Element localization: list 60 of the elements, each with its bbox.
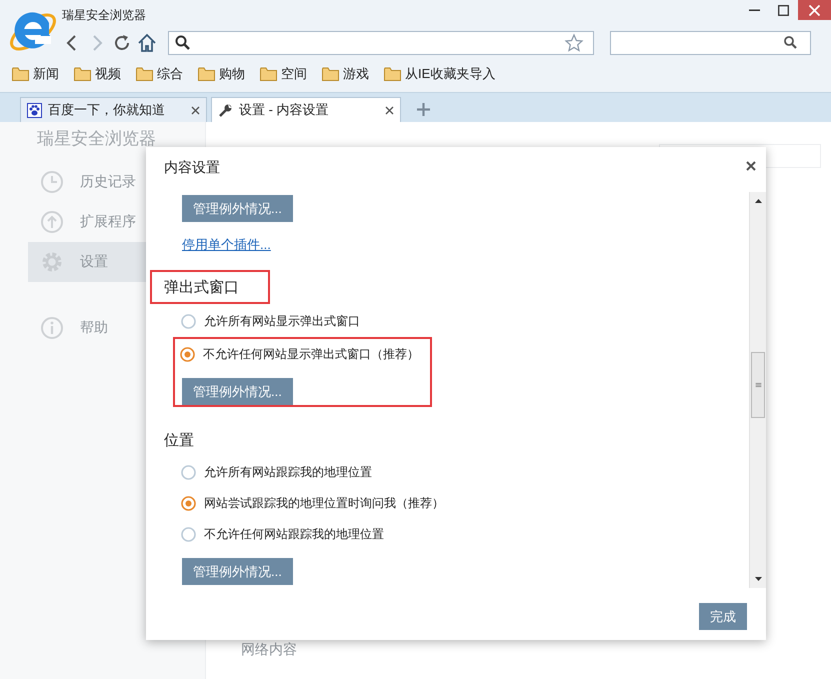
folder-icon	[260, 67, 277, 81]
folder-icon	[384, 67, 401, 81]
option-label: 允许所有网站显示弹出式窗口	[204, 313, 360, 330]
radio-button[interactable]	[180, 347, 195, 362]
close-icon[interactable]	[191, 106, 200, 114]
browser-tab[interactable]: 百度一下，你就知道	[20, 97, 207, 122]
scrollbar[interactable]	[749, 192, 766, 588]
bookmark-item[interactable]: 购物	[198, 65, 245, 83]
radio-button[interactable]	[181, 496, 196, 511]
address-field[interactable]	[168, 31, 594, 55]
scrollbar-thumb[interactable]	[751, 352, 765, 418]
close-button[interactable]	[798, 0, 831, 20]
info-icon	[40, 316, 64, 340]
manage-exceptions-button[interactable]: 管理例外情况...	[182, 378, 293, 405]
done-button[interactable]: 完成	[699, 603, 747, 630]
minimize-icon	[749, 8, 760, 12]
wrench-icon	[218, 102, 233, 118]
upload-icon	[40, 210, 64, 234]
scroll-up-icon[interactable]	[754, 199, 762, 203]
manage-exceptions-button[interactable]: 管理例外情况...	[182, 558, 293, 585]
close-icon	[809, 4, 820, 16]
radio-button[interactable]	[181, 314, 196, 329]
search-field[interactable]	[610, 31, 811, 55]
section-title: 网络内容	[240, 641, 298, 659]
radio-button[interactable]	[181, 527, 196, 542]
browser-tab[interactable]: 设置 - 内容设置	[211, 97, 401, 122]
home-icon[interactable]	[137, 33, 157, 53]
option-label: 不允许任何网站跟踪我的地理位置	[204, 526, 384, 543]
bookmark-item[interactable]: 从IE收藏夹导入	[384, 65, 496, 83]
section-heading: 弹出式窗口	[150, 270, 270, 304]
star-icon[interactable]	[564, 33, 584, 53]
folder-icon	[198, 67, 215, 81]
close-icon[interactable]	[746, 161, 756, 171]
maximize-icon	[778, 4, 789, 16]
bookmark-item[interactable]: 综合	[136, 65, 183, 83]
section-heading: 位置	[164, 430, 195, 450]
folder-icon	[136, 67, 153, 81]
close-icon[interactable]	[385, 106, 394, 114]
radio-button[interactable]	[181, 465, 196, 480]
refresh-icon[interactable]	[112, 33, 132, 53]
folder-icon	[74, 67, 91, 81]
folder-icon	[322, 67, 339, 81]
window-title: 瑞星安全浏览器	[62, 6, 146, 24]
option-label: 不允许任何网站显示弹出式窗口（推荐）	[203, 346, 419, 363]
manage-exceptions-button[interactable]: 管理例外情况...	[182, 195, 293, 222]
dialog-title: 内容设置	[164, 159, 220, 177]
option-label: 允许所有网站跟踪我的地理位置	[204, 464, 372, 481]
bookmark-item[interactable]: 新闻	[12, 65, 59, 83]
scroll-down-icon[interactable]	[754, 577, 762, 581]
paw-icon	[27, 102, 42, 118]
bookmark-item[interactable]: 视频	[74, 65, 121, 83]
folder-icon	[12, 67, 29, 81]
new-tab-icon[interactable]	[417, 103, 430, 116]
grip-icon	[754, 383, 762, 387]
clock-icon	[40, 170, 64, 194]
bookmark-item[interactable]: 空间	[260, 65, 307, 83]
gear-icon	[40, 250, 64, 274]
sidebar-title: 瑞星安全浏览器	[37, 128, 156, 150]
bookmark-item[interactable]: 游戏	[322, 65, 369, 83]
option-label: 网站尝试跟踪我的地理位置时询问我（推荐）	[204, 495, 444, 512]
